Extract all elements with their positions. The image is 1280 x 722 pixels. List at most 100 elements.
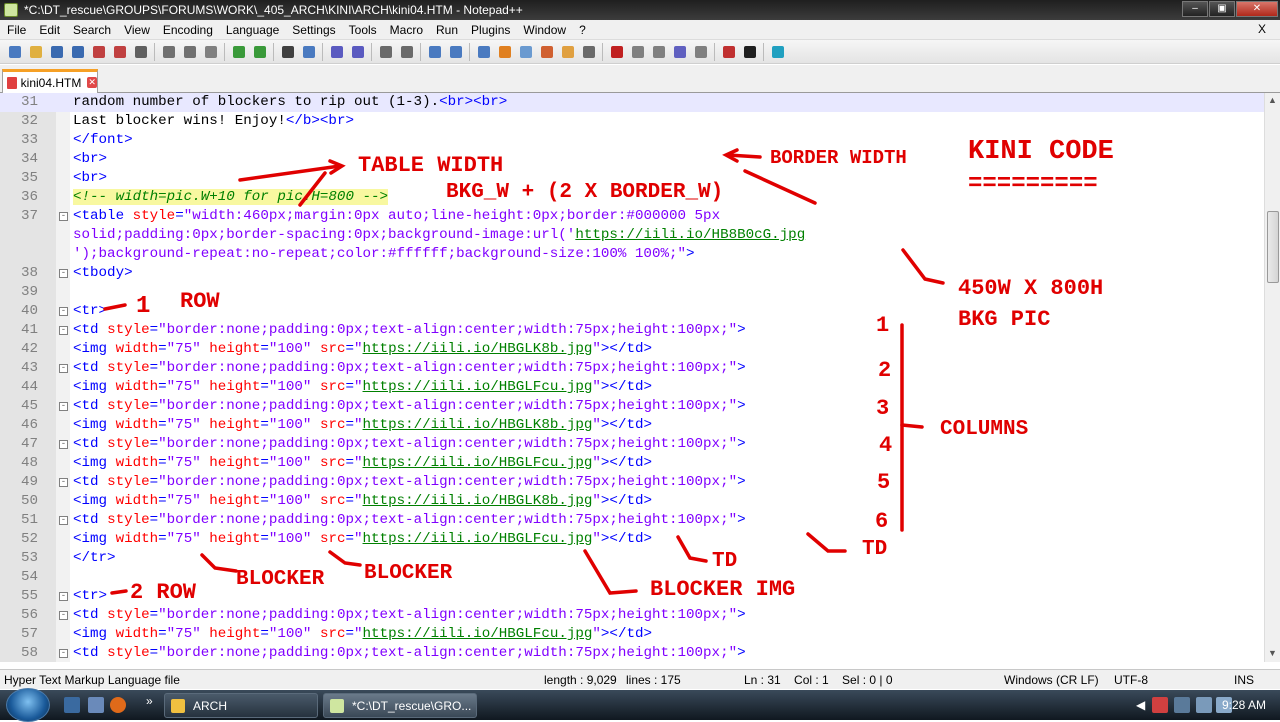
print-icon[interactable] bbox=[132, 44, 149, 60]
blocker1-pointer bbox=[200, 553, 238, 573]
table-width-pointer bbox=[298, 171, 327, 207]
zoom-in-icon[interactable] bbox=[328, 44, 345, 60]
taskbar-button-arch[interactable]: ARCH bbox=[164, 693, 318, 718]
show-desktop-icon[interactable] bbox=[64, 697, 80, 713]
indent-guide-icon[interactable] bbox=[475, 44, 492, 60]
annotation-bkg-formula: BKG_W + (2 X BORDER_W) bbox=[446, 181, 724, 204]
copy-icon-glyph bbox=[183, 45, 196, 58]
function-list-icon[interactable] bbox=[538, 44, 555, 60]
toolbar-separator bbox=[154, 42, 155, 61]
quicklaunch-overflow[interactable]: » bbox=[146, 694, 153, 708]
jslint-icon-glyph bbox=[743, 45, 756, 58]
scroll-up-icon[interactable]: ▲ bbox=[1268, 95, 1277, 105]
close-window-button[interactable]: ✕ bbox=[1236, 1, 1278, 17]
user-language-icon[interactable] bbox=[496, 44, 513, 60]
toolbar-separator bbox=[763, 42, 764, 61]
save-icon[interactable] bbox=[48, 44, 65, 60]
status-length: length : 9,029 bbox=[544, 673, 617, 687]
toolbar-separator bbox=[322, 42, 323, 61]
close-tab-icon[interactable]: ✕ bbox=[87, 77, 97, 88]
find-icon[interactable] bbox=[279, 44, 296, 60]
stop-record-icon[interactable] bbox=[629, 44, 646, 60]
spell-check-icon[interactable] bbox=[720, 44, 737, 60]
menu-item-help[interactable]: ? bbox=[572, 23, 592, 37]
close-document-button[interactable]: X bbox=[1251, 22, 1272, 36]
window-title: *C:\DT_rescue\GROUPS\FORUMS\WORK\_405_AR… bbox=[24, 3, 523, 17]
bkg-pic-pointer bbox=[901, 248, 945, 285]
vertical-scrollbar[interactable]: ▲ ▼ bbox=[1264, 93, 1280, 662]
code-editor[interactable]: 31 random number of blockers to rip out (… bbox=[0, 93, 1264, 662]
switch-windows-icon[interactable] bbox=[88, 697, 104, 713]
tray-expand-icon[interactable]: ◀ bbox=[1136, 698, 1145, 712]
monitoring-icon[interactable] bbox=[580, 44, 597, 60]
taskbar-button-notepadpp[interactable]: *C:\DT_rescue\GRO... bbox=[323, 693, 477, 718]
cut-icon-glyph bbox=[162, 45, 175, 58]
status-encoding[interactable]: UTF-8 bbox=[1114, 673, 1148, 687]
close-file-icon[interactable] bbox=[90, 44, 107, 60]
status-insert-mode[interactable]: INS bbox=[1234, 673, 1254, 687]
save-all-icon[interactable] bbox=[69, 44, 86, 60]
open-file-icon[interactable] bbox=[27, 44, 44, 60]
close-all-icon[interactable] bbox=[111, 44, 128, 60]
annotation-columns: COLUMNS bbox=[940, 418, 1029, 441]
function-list-icon-glyph bbox=[540, 45, 553, 58]
annotation-row1-number: 1 bbox=[136, 293, 151, 320]
minimize-button[interactable]: – bbox=[1182, 1, 1208, 17]
paste-icon[interactable] bbox=[202, 44, 219, 60]
menu-item-edit[interactable]: Edit bbox=[32, 23, 66, 37]
tab-label: kini04.HTM bbox=[20, 75, 82, 90]
td1-pointer bbox=[676, 535, 708, 563]
save-macro-icon[interactable] bbox=[692, 44, 709, 60]
column-number-1: 1 bbox=[876, 313, 890, 338]
menu-item-run[interactable]: Run bbox=[429, 23, 464, 37]
doc-map-icon[interactable] bbox=[517, 44, 534, 60]
taskbar: » ARCH *C:\DT_rescue\GRO... ◀ 9:28 AM bbox=[0, 688, 1280, 722]
play-macro-icon[interactable] bbox=[650, 44, 667, 60]
column-number-3: 3 bbox=[876, 396, 890, 421]
menu-item-plugins[interactable]: Plugins bbox=[464, 23, 516, 37]
record-macro-icon[interactable] bbox=[608, 44, 625, 60]
menu-item-tools[interactable]: Tools bbox=[342, 23, 383, 37]
run-macro-multiple-icon[interactable] bbox=[671, 44, 688, 60]
replace-icon-glyph bbox=[302, 45, 315, 58]
cut-icon[interactable] bbox=[160, 44, 177, 60]
status-lines: lines : 175 bbox=[626, 673, 681, 687]
copy-icon[interactable] bbox=[181, 44, 198, 60]
menu-item-settings[interactable]: Settings bbox=[285, 23, 341, 37]
tray-app-icon[interactable] bbox=[1152, 697, 1168, 713]
sync-vertical-icon[interactable] bbox=[377, 44, 394, 60]
clock[interactable]: 9:28 AM bbox=[1222, 698, 1266, 712]
firefox-icon[interactable] bbox=[110, 697, 126, 713]
new-file-icon[interactable] bbox=[6, 44, 23, 60]
menu-item-file[interactable]: File bbox=[0, 23, 32, 37]
menu-item-macro[interactable]: Macro bbox=[383, 23, 429, 37]
undo-icon[interactable] bbox=[230, 44, 247, 60]
folder-workspace-icon[interactable] bbox=[559, 44, 576, 60]
menu-item-view[interactable]: View bbox=[117, 23, 156, 37]
network-icon[interactable] bbox=[1174, 697, 1190, 713]
display-icon[interactable] bbox=[1196, 697, 1212, 713]
annotation-blocker-height: BLOCKER bbox=[364, 562, 453, 585]
scrollbar-thumb[interactable] bbox=[1267, 211, 1279, 283]
word-wrap-icon[interactable] bbox=[426, 44, 443, 60]
status-eol[interactable]: Windows (CR LF) bbox=[1004, 673, 1099, 687]
menu-item-encoding[interactable]: Encoding bbox=[156, 23, 219, 37]
replace-icon[interactable] bbox=[300, 44, 317, 60]
redo-icon[interactable] bbox=[251, 44, 268, 60]
menu-item-search[interactable]: Search bbox=[66, 23, 117, 37]
column-number-2: 2 bbox=[878, 358, 892, 383]
toolbar-separator bbox=[714, 42, 715, 61]
menu-item-window[interactable]: Window bbox=[516, 23, 572, 37]
plugin-icon[interactable] bbox=[769, 44, 786, 60]
tab-bar: kini04.HTM ✕ bbox=[0, 65, 1280, 93]
jslint-icon[interactable] bbox=[741, 44, 758, 60]
sync-horizontal-icon[interactable] bbox=[398, 44, 415, 60]
start-button[interactable] bbox=[6, 688, 50, 722]
menu-item-language[interactable]: Language bbox=[219, 23, 285, 37]
tab-kini04[interactable]: kini04.HTM ✕ bbox=[2, 69, 98, 93]
annotation-td-2: TD bbox=[862, 538, 888, 561]
maximize-button[interactable]: ▣ bbox=[1209, 1, 1235, 17]
scroll-down-icon[interactable]: ▼ bbox=[1268, 648, 1277, 658]
zoom-out-icon[interactable] bbox=[349, 44, 366, 60]
show-all-chars-icon[interactable] bbox=[447, 44, 464, 60]
